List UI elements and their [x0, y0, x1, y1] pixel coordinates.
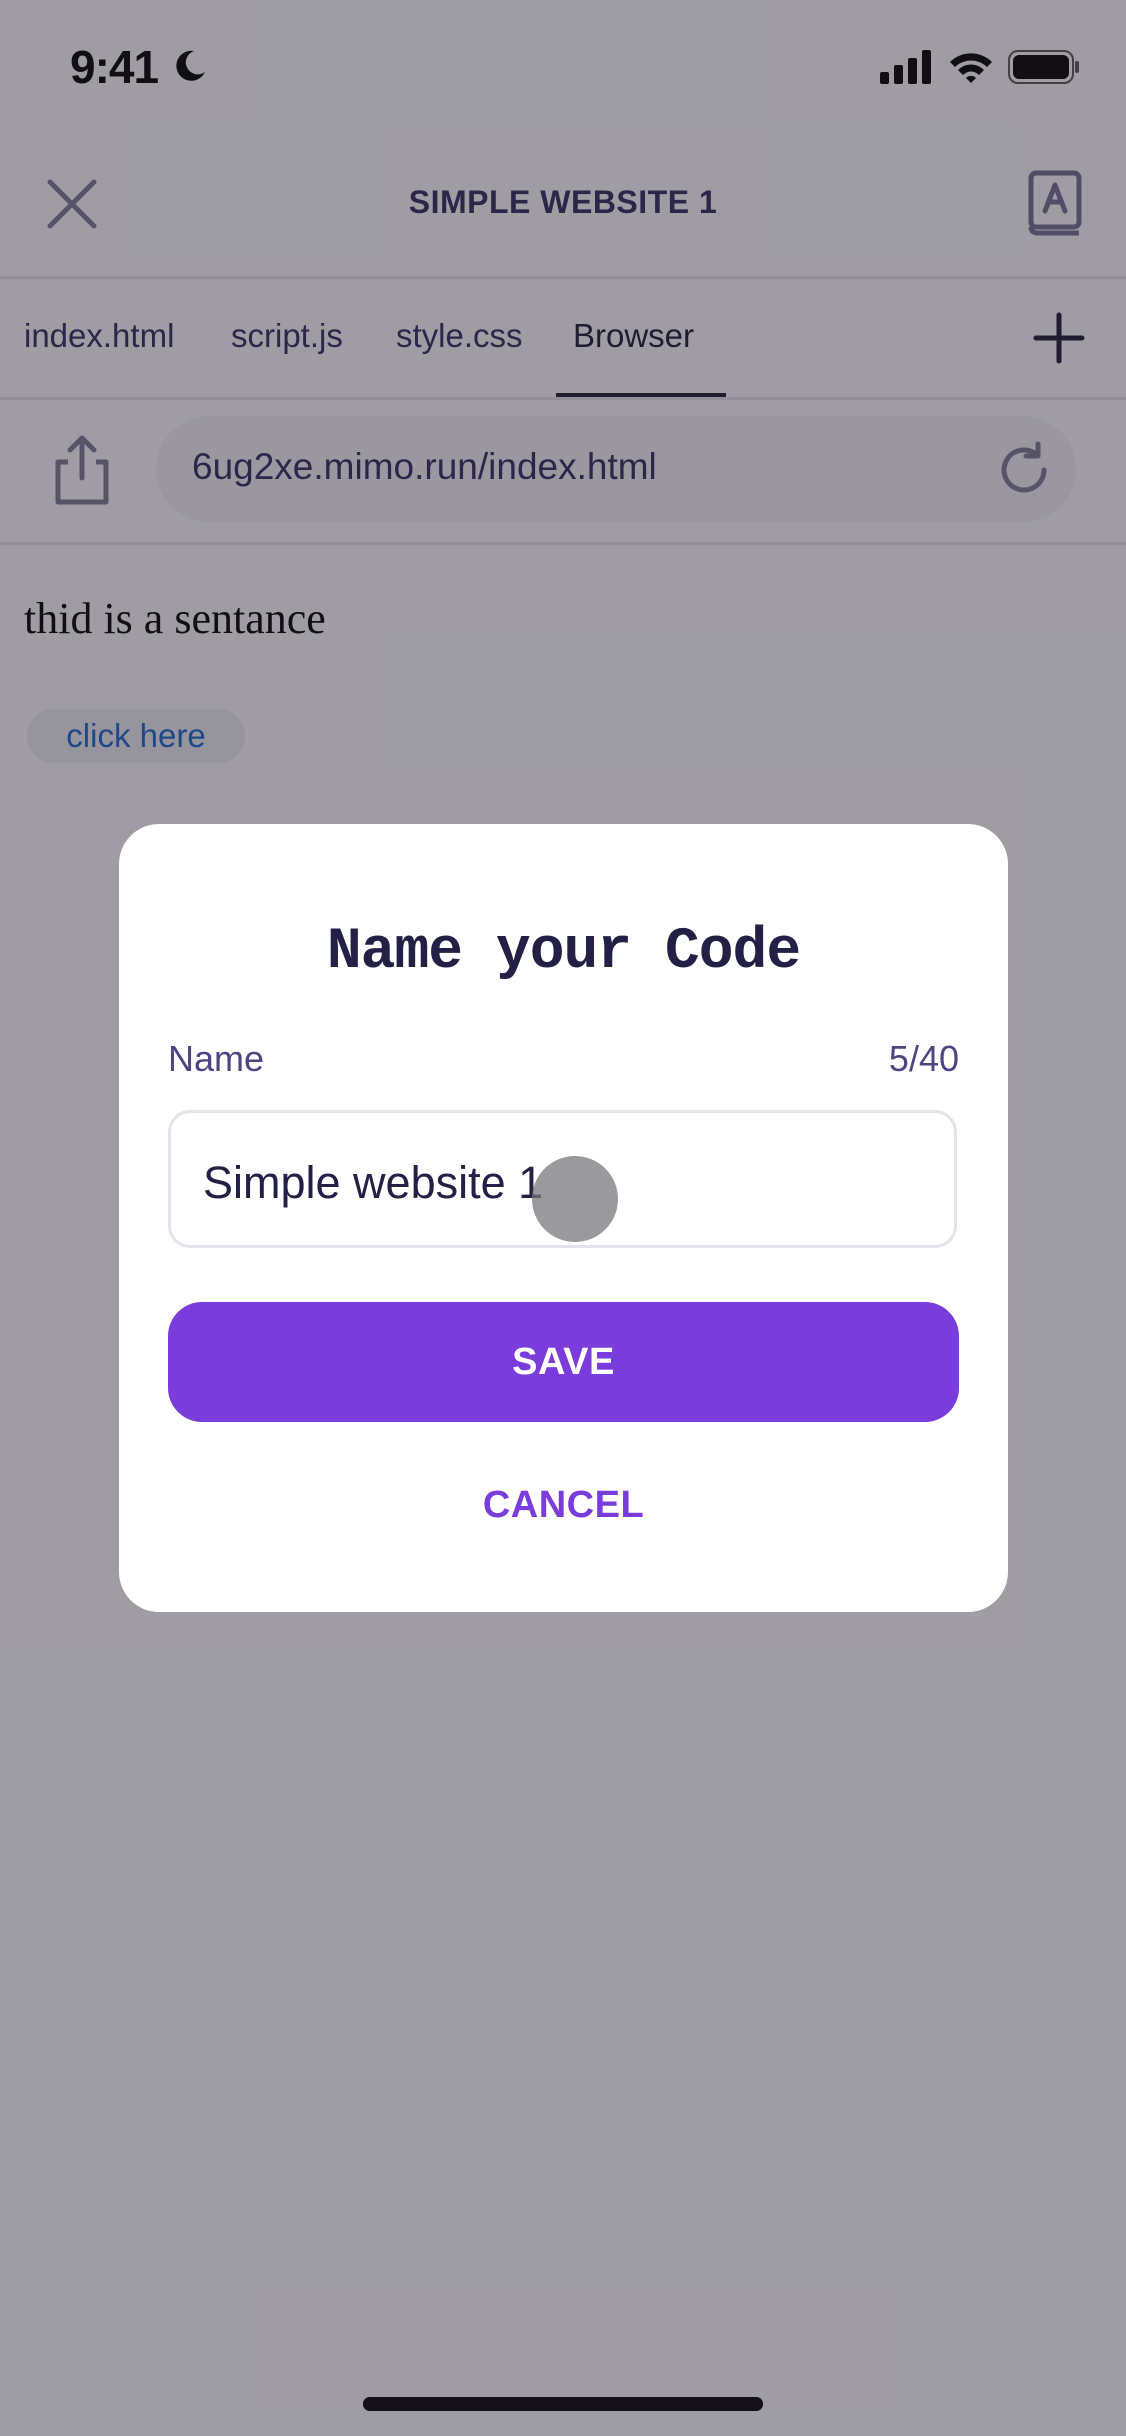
- name-input-value[interactable]: Simple website 1: [203, 1157, 543, 1209]
- home-indicator-bar[interactable]: [363, 2397, 763, 2411]
- character-count: 5/40: [888, 1038, 959, 1079]
- name-code-dialog: Name your Code Name 5/40 Simple website …: [119, 824, 1008, 1612]
- dialog-title: Name your Code: [326, 920, 801, 985]
- save-button[interactable]: SAVE: [168, 1302, 959, 1422]
- touch-indicator: [532, 1156, 618, 1242]
- name-field-label: Name: [168, 1038, 265, 1079]
- cancel-button[interactable]: CANCEL: [119, 1484, 1008, 1527]
